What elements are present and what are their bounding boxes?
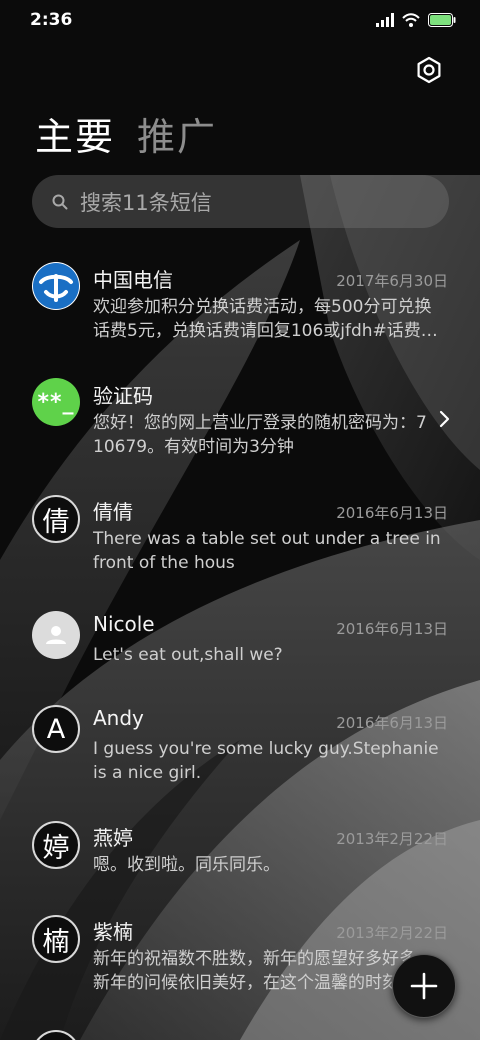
conversation-preview: 您好！您的网上营业厅登录的随机密码为：710679。有效时间为3分钟 — [93, 413, 427, 457]
status-time: 2:36 — [30, 10, 73, 30]
search-placeholder: 搜索11条短信 — [80, 190, 212, 215]
avatar: A — [32, 705, 80, 753]
conversation-name: Andy — [93, 706, 144, 730]
conversation-item[interactable]: 中国电信 2017年6月30日 欢迎参加积分兑换话费活动，每500分可兑换话费5… — [0, 246, 480, 358]
conversation-item[interactable] — [0, 1016, 480, 1040]
conversation-item[interactable]: Nicole 2016年6月13日 Let's eat out,shall we… — [0, 594, 480, 688]
conversation-item[interactable]: A Andy 2016年6月13日 I guess you're some lu… — [0, 688, 480, 804]
signal-icon — [376, 13, 394, 27]
conversation-date: 2017年6月30日 — [336, 272, 448, 290]
avatar: 楠 — [32, 915, 80, 963]
tab-bar: 主要 推广 — [35, 106, 217, 161]
conversation-date: 2013年2月22日 — [336, 830, 448, 848]
tab-promotions[interactable]: 推广 — [137, 106, 217, 161]
tab-primary[interactable]: 主要 — [35, 106, 115, 161]
avatar: 婷 — [32, 821, 80, 869]
conversation-preview: There was a table set out under a tree i… — [93, 529, 441, 573]
wifi-icon — [402, 13, 420, 27]
avatar — [32, 611, 80, 659]
conversation-name: 燕婷 — [93, 826, 133, 850]
conversation-item[interactable]: 倩 倩倩 2016年6月13日 There was a table set ou… — [0, 478, 480, 594]
plus-icon — [410, 972, 438, 1000]
conversation-name: 验证码 — [93, 384, 153, 408]
person-icon — [46, 626, 66, 644]
settings-button[interactable] — [414, 55, 444, 85]
conversation-date: 2016年6月13日 — [336, 504, 448, 522]
avatar: **_ — [32, 378, 80, 426]
conversation-preview: I guess you're some lucky guy.Stephanie … — [93, 739, 439, 783]
conversation-item[interactable]: 婷 燕婷 2013年2月22日 嗯。收到啦。同乐同乐。 — [0, 804, 480, 898]
settings-icon — [417, 56, 441, 84]
search-icon — [52, 194, 68, 209]
new-message-button[interactable] — [392, 954, 456, 1018]
status-icons — [376, 12, 456, 28]
search-bar[interactable]: 搜索11条短信 — [32, 175, 449, 228]
conversation-item[interactable]: **_ 验证码 您好！您的网上营业厅登录的随机密码为：710679。有效时间为3… — [0, 362, 480, 478]
conversation-date: 2016年6月13日 — [336, 620, 448, 638]
avatar — [32, 1030, 80, 1040]
conversation-preview: Let's eat out,shall we? — [93, 645, 283, 665]
conversation-name: 紫楠 — [93, 920, 133, 944]
conversation-name: 中国电信 — [93, 268, 173, 292]
battery-icon — [428, 13, 456, 27]
china-telecom-logo — [33, 263, 79, 309]
conversation-preview: 嗯。收到啦。同乐同乐。 — [93, 855, 280, 875]
avatar — [32, 262, 80, 310]
avatar: 倩 — [32, 495, 80, 543]
conversation-date: 2016年6月13日 — [336, 714, 448, 732]
conversation-name: 倩倩 — [93, 500, 133, 524]
conversation-preview: 欢迎参加积分兑换话费活动，每500分可兑换话费5元，兑换话费请回复106或jfd… — [93, 297, 438, 341]
chevron-right-icon[interactable] — [438, 410, 450, 428]
conversation-date: 2013年2月22日 — [336, 924, 448, 942]
conversation-name: Nicole — [93, 612, 155, 636]
